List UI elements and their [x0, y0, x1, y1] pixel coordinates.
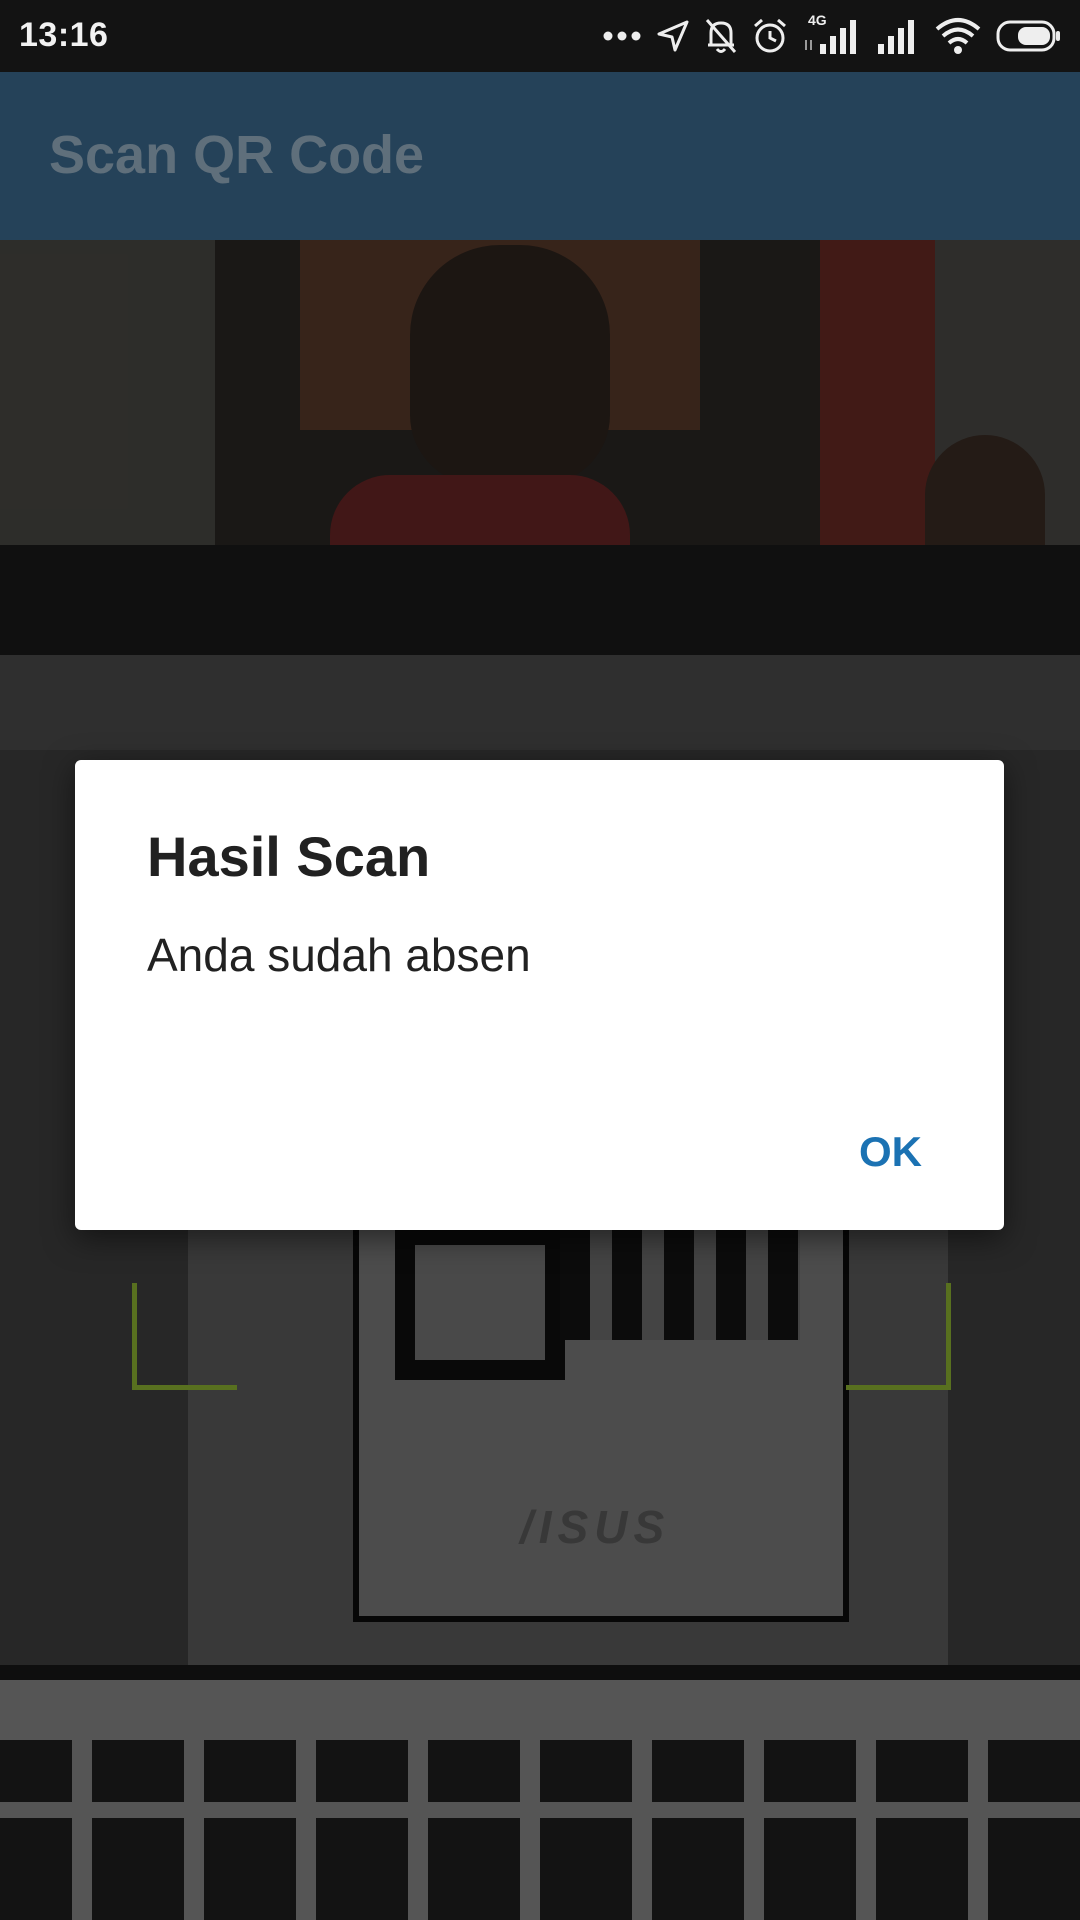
more-dots-icon: [602, 30, 642, 42]
dialog-message: Anda sudah absen: [147, 929, 531, 981]
scanner-corner-bottom-left: [132, 1283, 237, 1390]
dialog-title: Hasil Scan: [147, 825, 431, 888]
ok-button[interactable]: OK: [855, 1120, 926, 1184]
location-arrow-icon: [656, 19, 690, 53]
notifications-off-icon: [704, 17, 738, 55]
wifi-icon: [934, 17, 982, 55]
status-icons: 4G: [602, 12, 1062, 58]
app-title: Scan QR Code: [49, 125, 425, 185]
app-bar: Scan QR Code: [0, 72, 1080, 240]
alarm-icon: [752, 17, 788, 55]
scanner-corner-bottom-right: [846, 1283, 951, 1390]
screen: 13:16 4G Scan QR Code /ISUS Hasil Scan A…: [0, 0, 1080, 1920]
status-bar: 13:16 4G: [0, 0, 1080, 72]
status-time: 13:16: [19, 16, 109, 54]
battery-icon: [996, 19, 1062, 53]
signal-icon: [874, 16, 920, 56]
scan-result-dialog: Hasil Scan Anda sudah absen OK: [75, 760, 1004, 1230]
signal-4g-icon: 4G: [802, 12, 860, 56]
